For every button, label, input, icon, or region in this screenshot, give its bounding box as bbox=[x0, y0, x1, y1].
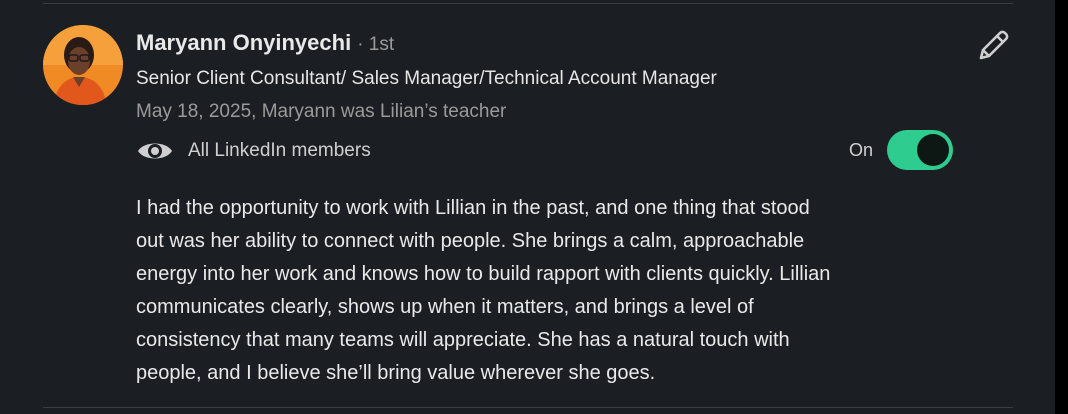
recommendation-line: people, and I believe she’ll bring value… bbox=[136, 362, 656, 384]
recommendation-line: consistency that many teams will appreci… bbox=[136, 329, 790, 351]
recommendation-meta: May 18, 2025, Maryann was Lilian’s teach… bbox=[136, 101, 507, 122]
recommendation-text: I had the opportunity to work with Lilli… bbox=[136, 192, 956, 390]
recommendation-line: out was her ability to connect with peop… bbox=[136, 230, 805, 252]
divider bbox=[43, 3, 1013, 4]
avatar[interactable] bbox=[43, 25, 123, 105]
toggle-knob bbox=[917, 134, 949, 166]
visibility-toggle[interactable] bbox=[887, 130, 953, 170]
avatar-photo bbox=[43, 25, 123, 105]
toggle-state-label: On bbox=[849, 140, 874, 160]
recommendation-line: energy into her work and knows how to bu… bbox=[136, 263, 831, 285]
author-headline: Senior Client Consultant/ Sales Manager/… bbox=[136, 68, 717, 89]
author-row: Maryann Onyinyechi · 1st bbox=[136, 30, 394, 60]
pencil-icon[interactable] bbox=[974, 27, 1012, 65]
connection-degree: · 1st bbox=[357, 34, 395, 55]
recommendation-card: Maryann Onyinyechi · 1st Senior Client C… bbox=[0, 0, 1055, 414]
recommendation-line: I had the opportunity to work with Lilli… bbox=[136, 197, 810, 219]
recommendation-line: communicates clearly, shows up when it m… bbox=[136, 296, 754, 318]
author-name[interactable]: Maryann Onyinyechi bbox=[136, 30, 351, 56]
eye-icon bbox=[138, 143, 172, 159]
divider bbox=[43, 407, 1013, 408]
visibility-row: All LinkedIn members bbox=[136, 135, 371, 167]
visibility-label: All LinkedIn members bbox=[188, 140, 371, 161]
